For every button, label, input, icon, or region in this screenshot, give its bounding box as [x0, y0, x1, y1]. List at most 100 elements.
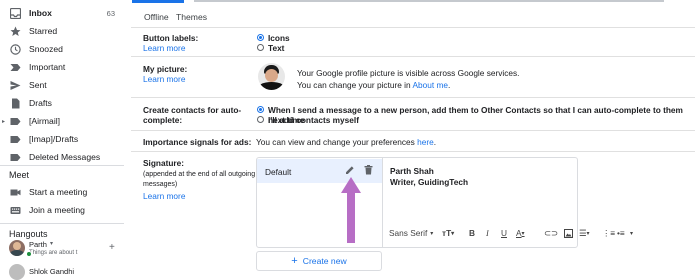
signature-sub-line1: (appended at the end of all outgoing — [143, 171, 256, 178]
hangouts-title: Hangouts — [9, 229, 48, 239]
meet-title: Meet — [9, 170, 30, 180]
row-divider — [131, 130, 695, 131]
arrow-annotation — [341, 177, 361, 243]
label-icon — [10, 134, 21, 145]
change-picture-suffix: . — [448, 80, 451, 90]
inbox-icon — [10, 7, 21, 19]
send-icon — [10, 80, 21, 91]
underline-icon[interactable]: U — [501, 226, 507, 240]
numbered-list-icon[interactable]: ⋮≡ — [602, 226, 615, 240]
signature-list: Default — [257, 158, 383, 247]
avatar[interactable] — [9, 264, 25, 280]
sidebar-item-label: Inbox — [29, 8, 52, 18]
image-icon[interactable] — [564, 226, 573, 240]
create-contacts-label-line1: Create contacts for auto- — [143, 105, 242, 115]
sidebar-item-starred[interactable]: Starred — [0, 22, 124, 40]
sidebar-item-label: Important — [29, 62, 66, 72]
more-formatting-icon[interactable]: ▾ — [630, 226, 633, 240]
ads-text-suffix: . — [433, 137, 437, 147]
chevron-down-icon[interactable]: ▾ — [50, 240, 53, 247]
expand-arrow-icon[interactable]: ▸ — [2, 118, 5, 125]
profile-picture[interactable] — [258, 63, 285, 90]
bulleted-list-icon[interactable]: •≡ — [617, 226, 625, 240]
label-icon — [10, 116, 21, 127]
signature-sub-line2: messages) — [143, 181, 178, 188]
sidebar-item-label: Sent — [29, 80, 47, 90]
join-meeting-label: Join a meeting — [29, 205, 85, 215]
ads-signals-label: Importance signals for ads: — [143, 137, 252, 147]
sidebar-item-imap-drafts[interactable]: [Imap]/Drafts — [0, 130, 124, 148]
button-labels-learn-more-link[interactable]: Learn more — [143, 43, 185, 53]
text-color-icon[interactable]: A ▾ — [516, 226, 525, 240]
sidebar-item-sent[interactable]: Sent — [0, 76, 124, 94]
signature-learn-more-link[interactable]: Learn more — [143, 191, 185, 201]
text-radio[interactable] — [257, 44, 264, 51]
profile-picture-change-text: You can change your picture in About me. — [297, 80, 450, 90]
manual-contacts-radio[interactable] — [257, 116, 264, 123]
my-picture-learn-more-link[interactable]: Learn more — [143, 74, 185, 84]
chevron-down-icon: ▾ — [430, 230, 434, 237]
tab-themes[interactable]: Themes — [176, 12, 207, 22]
create-new-label: Create new — [302, 256, 347, 266]
sidebar-item-snoozed[interactable]: Snoozed — [0, 40, 124, 58]
sidebar-item-label: [Imap]/Drafts — [29, 134, 79, 144]
create-new-signature-button[interactable]: + Create new — [256, 251, 382, 271]
italic-icon[interactable]: I — [486, 226, 489, 240]
signature-text-line2[interactable]: Writer, GuidingTech — [390, 177, 468, 187]
signature-item-default[interactable]: Default — [257, 159, 382, 183]
sidebar-item-label: Deleted Messages — [29, 152, 101, 162]
start-meeting-item[interactable]: Start a meeting — [0, 183, 124, 201]
signature-label: Signature: — [143, 158, 185, 168]
row-divider — [131, 151, 695, 152]
unread-count: 63 — [106, 8, 115, 18]
sidebar-item-label: Starred — [29, 26, 58, 36]
sidebar-item-airmail[interactable]: ▸ [Airmail] — [0, 112, 124, 130]
sidebar-item-inbox[interactable]: Inbox 63 — [0, 4, 124, 22]
auto-add-contacts-radio[interactable] — [257, 106, 264, 113]
avatar[interactable] — [9, 240, 25, 256]
ads-preferences-link[interactable]: here — [417, 137, 434, 147]
sidebar-item-label: Snoozed — [29, 44, 63, 54]
ads-signals-text: You can view and change your preferences… — [256, 137, 436, 147]
text-option-label: Text — [268, 43, 285, 53]
font-select[interactable]: Sans Serif ▾ — [389, 226, 433, 240]
change-picture-prefix: You can change your picture in — [297, 80, 413, 90]
sidebar-divider — [0, 165, 124, 166]
tab-offline[interactable]: Offline — [144, 12, 169, 22]
edit-icon[interactable] — [345, 165, 355, 177]
ads-text-prefix: You can view and change your preferences — [256, 137, 418, 147]
add-icon: + — [291, 255, 298, 267]
sidebar-item-drafts[interactable]: Drafts — [0, 94, 124, 112]
link-icon[interactable]: ⊂⊃ — [544, 226, 558, 240]
signature-item-label: Default — [265, 167, 292, 177]
sidebar-divider — [0, 223, 124, 224]
sidebar-item-important[interactable]: Important — [0, 58, 124, 76]
hangouts-user-status: Things are about t — [29, 250, 78, 256]
align-icon[interactable]: ☰ ▾ — [579, 226, 589, 240]
join-meeting-item[interactable]: Join a meeting — [0, 201, 124, 219]
my-picture-label: My picture: — [143, 64, 188, 74]
delete-icon[interactable] — [364, 165, 373, 177]
create-contacts-label-line2: complete: — [143, 115, 183, 125]
about-me-link[interactable]: About me — [412, 80, 448, 90]
manual-contacts-label: I'll add contacts myself — [268, 115, 359, 125]
online-status-dot — [26, 251, 32, 257]
settings-tabs-overflow — [124, 0, 700, 3]
sidebar-item-deleted-messages[interactable]: Deleted Messages — [0, 148, 124, 166]
font-size-icon[interactable]: ᴛT ▾ — [442, 226, 454, 240]
signature-text-line1[interactable]: Parth Shah — [390, 166, 434, 176]
star-icon — [10, 26, 21, 37]
hangouts-user-name: Parth — [29, 240, 47, 249]
tabs-divider — [131, 27, 695, 28]
important-icon — [10, 62, 21, 73]
row-divider — [131, 97, 695, 98]
icons-radio[interactable] — [257, 34, 264, 41]
contact-name[interactable]: Shlok Gandhi — [29, 267, 74, 276]
add-contact-icon[interactable]: + — [109, 242, 115, 253]
button-labels-label: Button labels: — [143, 33, 199, 43]
bold-icon[interactable]: B — [469, 226, 475, 240]
keyboard-icon — [10, 205, 21, 216]
sidebar-item-label: Drafts — [29, 98, 52, 108]
label-icon — [10, 152, 21, 163]
draft-icon — [10, 98, 21, 109]
